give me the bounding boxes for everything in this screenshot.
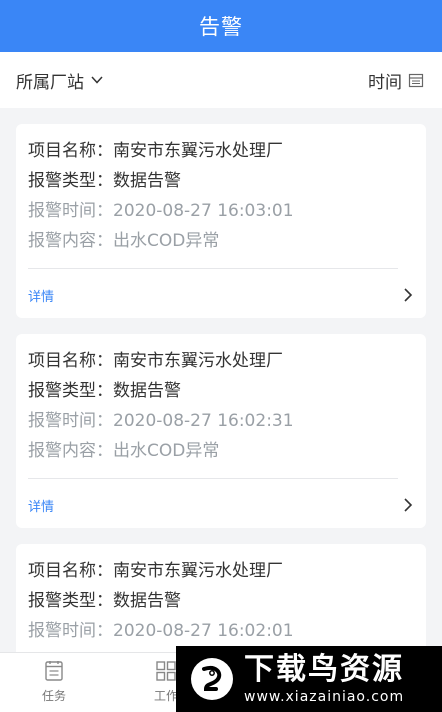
station-filter-label: 所属厂站: [16, 72, 84, 93]
task-list-icon: [45, 661, 63, 681]
project-row: 项目名称：南安市东翼污水处理厂: [28, 346, 414, 376]
time-filter-label: 时间: [368, 72, 402, 93]
type-row: 报警类型：数据告警: [28, 166, 414, 196]
time-label: 报警时间：: [28, 201, 113, 221]
station-filter[interactable]: 所属厂站: [16, 68, 104, 93]
watermark-text: 下载鸟资源 www.xiazainiao.com: [244, 652, 405, 706]
type-row: 报警类型：数据告警: [28, 376, 414, 406]
detail-link-row[interactable]: 详情: [28, 269, 414, 321]
alert-card: 项目名称：南安市东翼污水处理厂 报警类型：数据告警 报警时间：2020-08-2…: [16, 124, 426, 318]
alert-card: 项目名称：南安市东翼污水处理厂 报警类型：数据告警 报警时间：2020-08-2…: [16, 334, 426, 528]
content-value: 出水COD异常: [113, 441, 220, 461]
type-label: 报警类型：: [28, 171, 113, 191]
header-bar: 告警: [0, 0, 442, 52]
tab-tasks[interactable]: 任务: [24, 659, 84, 704]
detail-link[interactable]: 详情: [28, 496, 54, 515]
time-label: 报警时间：: [28, 411, 113, 431]
time-filter[interactable]: 时间: [368, 68, 424, 93]
watermark-banner: 下载鸟资源 www.xiazainiao.com: [176, 646, 442, 712]
detail-link-row[interactable]: 详情: [28, 479, 414, 531]
chevron-right-icon[interactable]: [402, 287, 414, 303]
time-row: 报警时间：2020-08-27 16:02:31: [28, 406, 414, 436]
project-label: 项目名称：: [28, 351, 113, 371]
project-row: 项目名称：南安市东翼污水处理厂: [28, 136, 414, 166]
content-label: 报警内容：: [28, 441, 113, 461]
chevron-right-icon[interactable]: [402, 497, 414, 513]
project-value: 南安市东翼污水处理厂: [113, 561, 283, 581]
content-row: 报警内容：出水COD异常: [28, 226, 414, 256]
calendar-icon: [408, 73, 424, 88]
type-value: 数据告警: [113, 591, 181, 611]
filter-bar: 所属厂站 时间: [0, 52, 442, 108]
bird-logo-icon: [191, 658, 233, 700]
watermark-url: www.xiazainiao.com: [244, 689, 405, 705]
type-row: 报警类型：数据告警: [28, 586, 414, 616]
type-label: 报警类型：: [28, 381, 113, 401]
time-value: 2020-08-27 16:02:31: [113, 411, 294, 431]
project-label: 项目名称：: [28, 561, 113, 581]
page-title: 告警: [199, 15, 243, 39]
alert-list[interactable]: 项目名称：南安市东翼污水处理厂 报警类型：数据告警 报警时间：2020-08-2…: [0, 108, 442, 652]
content-label: 报警内容：: [28, 231, 113, 251]
project-value: 南安市东翼污水处理厂: [113, 141, 283, 161]
tab-work-label: 工作: [153, 689, 178, 703]
watermark-title: 下载鸟资源: [244, 652, 404, 687]
chevron-down-icon: [91, 76, 103, 84]
project-row: 项目名称：南安市东翼污水处理厂: [28, 556, 414, 586]
time-label: 报警时间：: [28, 621, 113, 641]
time-row: 报警时间：2020-08-27 16:02:01: [28, 616, 414, 646]
project-value: 南安市东翼污水处理厂: [113, 351, 283, 371]
content-row: 报警内容：出水COD异常: [28, 436, 414, 466]
type-value: 数据告警: [113, 381, 181, 401]
grid-icon: [156, 661, 176, 681]
alert-card: 项目名称：南安市东翼污水处理厂 报警类型：数据告警 报警时间：2020-08-2…: [16, 544, 426, 652]
type-value: 数据告警: [113, 171, 181, 191]
type-label: 报警类型：: [28, 591, 113, 611]
time-row: 报警时间：2020-08-27 16:03:01: [28, 196, 414, 226]
content-value: 出水COD异常: [113, 231, 220, 251]
tab-tasks-label: 任务: [41, 689, 66, 703]
time-value: 2020-08-27 16:03:01: [113, 201, 294, 221]
app-root: 告警 所属厂站 时间 项目名称：南安市东翼污水处理厂 报警类型：数据告警 报警时…: [0, 0, 442, 712]
detail-link[interactable]: 详情: [28, 286, 54, 305]
time-value: 2020-08-27 16:02:01: [113, 621, 294, 641]
project-label: 项目名称：: [28, 141, 113, 161]
